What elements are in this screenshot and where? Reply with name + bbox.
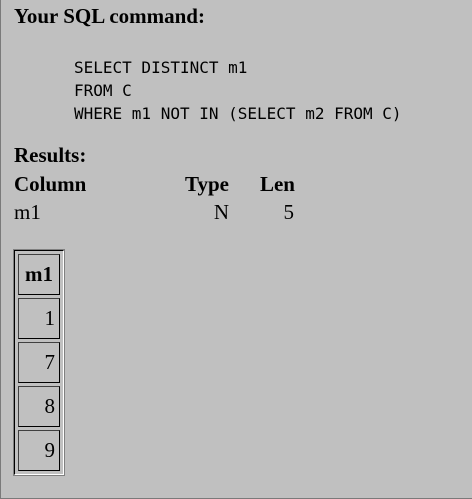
metadata-len-value: 5 xyxy=(283,200,295,224)
table-cell: 1 xyxy=(18,298,60,339)
metadata-header-type: Type xyxy=(185,172,229,196)
table-cell: 8 xyxy=(18,386,60,427)
metadata-row: m1 N 5 xyxy=(14,198,295,226)
table-row: 9 xyxy=(18,430,60,471)
metadata-header-column: Column xyxy=(14,172,87,196)
results-table: m1 1 7 8 9 xyxy=(13,249,65,476)
metadata-type-value: N xyxy=(213,200,229,224)
table-cell: 7 xyxy=(18,342,60,383)
sql-line: SELECT DISTINCT m1 xyxy=(74,58,248,77)
metadata-header-row: Column Type Len xyxy=(14,170,295,198)
table-cell: 9 xyxy=(18,430,60,471)
table-row: 1 xyxy=(18,298,60,339)
metadata-column-value: m1 xyxy=(14,200,41,224)
results-header-row: m1 xyxy=(18,254,60,295)
table-row: 8 xyxy=(18,386,60,427)
results-heading: Results: xyxy=(14,143,87,167)
metadata-header-len: Len xyxy=(259,172,295,196)
sql-command: SELECT DISTINCT m1 FROM C WHERE m1 NOT IN … xyxy=(74,56,402,125)
sql-heading: Your SQL command: xyxy=(14,4,205,28)
table-row: 7 xyxy=(18,342,60,383)
sql-line: FROM C xyxy=(74,81,132,100)
column-metadata-table: Column Type Len m1 N 5 xyxy=(14,170,295,226)
results-header-m1: m1 xyxy=(18,254,60,295)
sql-line: WHERE m1 NOT IN (SELECT m2 FROM C) xyxy=(74,104,402,123)
